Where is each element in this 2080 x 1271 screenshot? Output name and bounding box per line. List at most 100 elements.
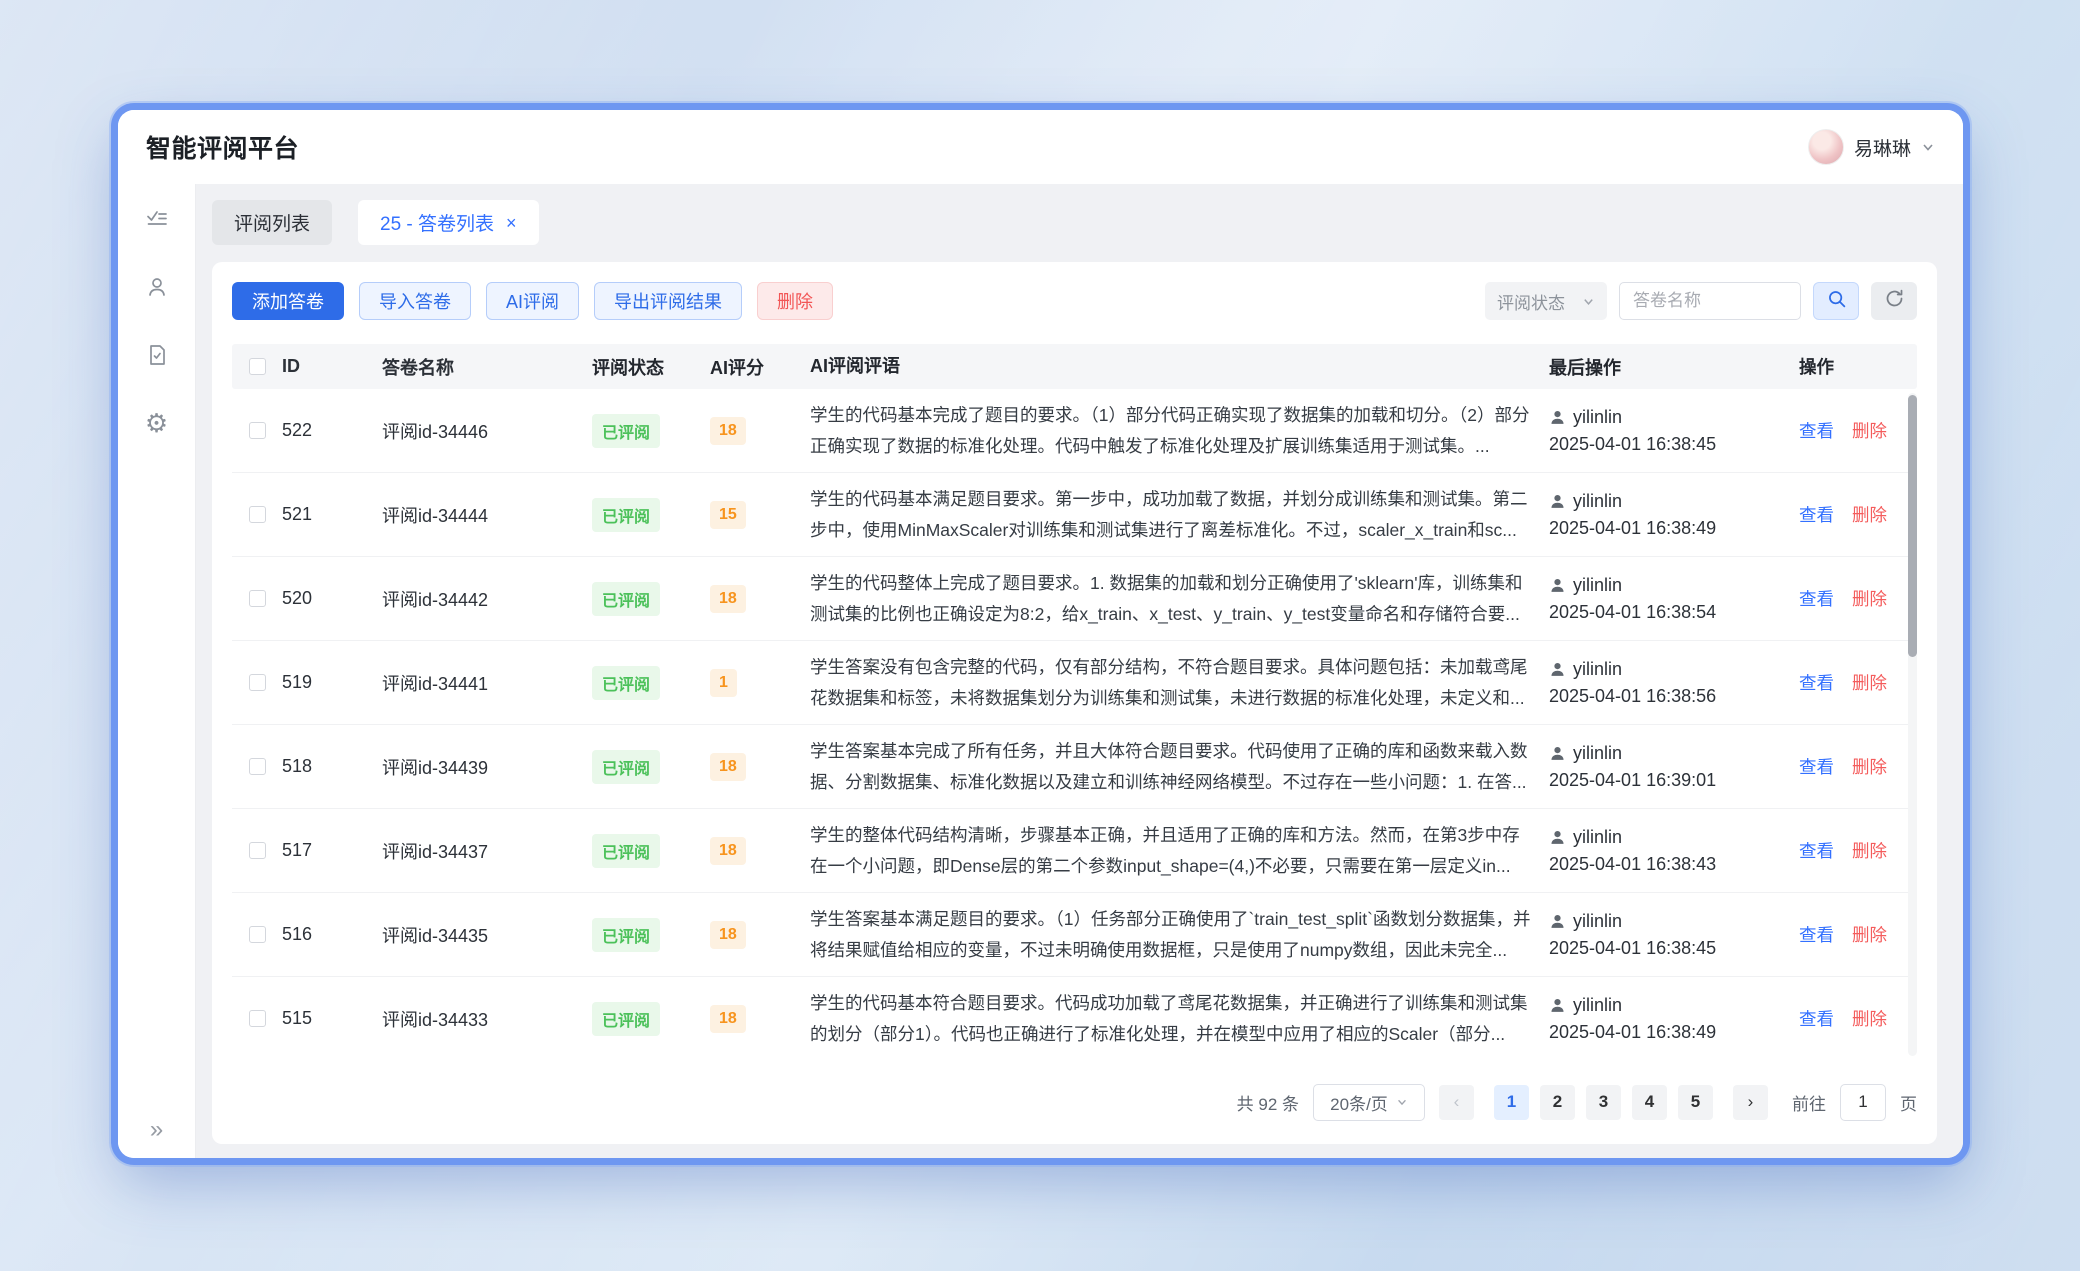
cell-last-operation: yilinlin 2025-04-01 16:38:49: [1549, 491, 1799, 539]
cell-id: 521: [282, 504, 382, 525]
page-button-2[interactable]: 2: [1540, 1085, 1575, 1120]
operation-time: 2025-04-01 16:38:45: [1549, 938, 1785, 959]
page-button-3[interactable]: 3: [1586, 1085, 1621, 1120]
user-icon: [1549, 493, 1566, 510]
table-row: 520 评阅id-34442 已评阅 18 学生的代码整体上完成了题目要求。1.…: [232, 557, 1917, 641]
operator-name: yilinlin: [1573, 491, 1622, 512]
status-filter-select[interactable]: 评阅状态: [1485, 282, 1607, 320]
search-button[interactable]: [1813, 282, 1859, 320]
cell-name: 评阅id-34437: [382, 838, 592, 864]
refresh-button[interactable]: [1871, 282, 1917, 320]
refresh-icon: [1884, 288, 1905, 314]
table-row: 519 评阅id-34441 已评阅 1 学生答案没有包含完整的代码，仅有部分结…: [232, 641, 1917, 725]
table-row: 515 评阅id-34433 已评阅 18 学生的代码基本符合题目要求。代码成功…: [232, 977, 1917, 1060]
sidebar-collapse-icon[interactable]: »: [118, 1116, 195, 1144]
user-icon: [1549, 829, 1566, 846]
delete-link[interactable]: 删除: [1852, 418, 1887, 443]
view-link[interactable]: 查看: [1799, 670, 1834, 695]
cell-last-operation: yilinlin 2025-04-01 16:38:54: [1549, 575, 1799, 623]
cell-name: 评阅id-34433: [382, 1006, 592, 1032]
user-sidebar-icon[interactable]: [144, 274, 170, 300]
export-results-button[interactable]: 导出评阅结果: [594, 282, 742, 320]
row-checkbox[interactable]: [249, 1010, 266, 1027]
cell-ai-comment: 学生的代码基本完成了题目的要求。（1）部分代码正确实现了数据集的加载和切分。（2…: [810, 400, 1549, 460]
operator-name: yilinlin: [1573, 911, 1622, 932]
row-checkbox[interactable]: [249, 422, 266, 439]
settings-icon[interactable]: ⚙: [144, 410, 170, 436]
cell-name: 评阅id-34441: [382, 670, 592, 696]
operation-time: 2025-04-01 16:38:56: [1549, 686, 1785, 707]
delete-link[interactable]: 删除: [1852, 670, 1887, 695]
row-checkbox[interactable]: [249, 590, 266, 607]
filter-bar: 评阅状态: [1485, 282, 1917, 320]
table-scrollbar: [1908, 393, 1917, 1056]
cell-last-operation: yilinlin 2025-04-01 16:39:01: [1549, 743, 1799, 791]
operation-time: 2025-04-01 16:38:43: [1549, 854, 1785, 875]
delete-link[interactable]: 删除: [1852, 922, 1887, 947]
view-link[interactable]: 查看: [1799, 502, 1834, 527]
toolbar: 添加答卷 导入答卷 AI评阅 导出评阅结果 删除 评阅状态: [232, 282, 1917, 320]
prev-page-button[interactable]: ‹: [1439, 1085, 1474, 1120]
cell-name: 评阅id-34442: [382, 586, 592, 612]
cell-last-operation: yilinlin 2025-04-01 16:38:56: [1549, 659, 1799, 707]
tab-answer-sheet-list[interactable]: 25 - 答卷列表 ×: [358, 200, 539, 245]
goto-page-input[interactable]: [1840, 1084, 1886, 1121]
view-link[interactable]: 查看: [1799, 586, 1834, 611]
page-button-1[interactable]: 1: [1494, 1085, 1529, 1120]
tab-review-list[interactable]: 评阅列表: [212, 200, 332, 245]
delete-link[interactable]: 删除: [1852, 1006, 1887, 1031]
row-checkbox[interactable]: [249, 758, 266, 775]
status-badge: 已评阅: [592, 750, 660, 784]
row-checkbox[interactable]: [249, 674, 266, 691]
user-menu[interactable]: 易琳琳: [1808, 129, 1935, 165]
header-score: AI评分: [710, 354, 810, 380]
delete-link[interactable]: 删除: [1852, 502, 1887, 527]
page-unit-label: 页: [1900, 1090, 1917, 1115]
operator-name: yilinlin: [1573, 407, 1622, 428]
import-answer-button[interactable]: 导入答卷: [359, 282, 471, 320]
view-link[interactable]: 查看: [1799, 838, 1834, 863]
cell-id: 519: [282, 672, 382, 693]
close-icon[interactable]: ×: [506, 214, 517, 232]
cell-last-operation: yilinlin 2025-04-01 16:38:43: [1549, 827, 1799, 875]
next-page-button[interactable]: ›: [1733, 1085, 1768, 1120]
view-link[interactable]: 查看: [1799, 418, 1834, 443]
score-badge: 18: [710, 921, 746, 949]
add-answer-button[interactable]: 添加答卷: [232, 282, 344, 320]
table-row: 521 评阅id-34444 已评阅 15 学生的代码基本满足题目要求。第一步中…: [232, 473, 1917, 557]
status-badge: 已评阅: [592, 498, 660, 532]
page-size-select[interactable]: 20条/页: [1313, 1084, 1425, 1121]
view-link[interactable]: 查看: [1799, 754, 1834, 779]
page-button-5[interactable]: 5: [1678, 1085, 1713, 1120]
row-checkbox[interactable]: [249, 926, 266, 943]
app-window: 智能评阅平台 易琳琳 ⚙ »: [118, 110, 1963, 1158]
delete-link[interactable]: 删除: [1852, 586, 1887, 611]
operator-name: yilinlin: [1573, 659, 1622, 680]
answer-name-input[interactable]: [1619, 282, 1801, 320]
delete-link[interactable]: 删除: [1852, 838, 1887, 863]
status-badge: 已评阅: [592, 834, 660, 868]
view-link[interactable]: 查看: [1799, 922, 1834, 947]
document-check-icon[interactable]: [144, 342, 170, 368]
pagination-bar: 共 92 条 20条/页 ‹ 1 2 3 4 5: [232, 1060, 1917, 1144]
scrollbar-thumb[interactable]: [1908, 395, 1917, 657]
score-badge: 18: [710, 837, 746, 865]
select-all-checkbox[interactable]: [249, 358, 266, 375]
delete-link[interactable]: 删除: [1852, 754, 1887, 779]
operation-time: 2025-04-01 16:38:49: [1549, 518, 1785, 539]
delete-button[interactable]: 删除: [757, 282, 833, 320]
avatar[interactable]: [1808, 129, 1844, 165]
operator-name: yilinlin: [1573, 575, 1622, 596]
user-icon: [1549, 997, 1566, 1014]
cell-ai-comment: 学生的整体代码结构清晰，步骤基本正确，并且适用了正确的库和方法。然而，在第3步中…: [810, 820, 1549, 880]
review-list-icon[interactable]: [144, 206, 170, 232]
ai-review-button[interactable]: AI评阅: [486, 282, 579, 320]
row-checkbox[interactable]: [249, 842, 266, 859]
user-icon: [1549, 661, 1566, 678]
row-checkbox[interactable]: [249, 506, 266, 523]
page-button-4[interactable]: 4: [1632, 1085, 1667, 1120]
view-link[interactable]: 查看: [1799, 1006, 1834, 1031]
chevron-down-icon: [1921, 140, 1935, 154]
cell-last-operation: yilinlin 2025-04-01 16:38:45: [1549, 407, 1799, 455]
search-icon: [1826, 288, 1847, 314]
